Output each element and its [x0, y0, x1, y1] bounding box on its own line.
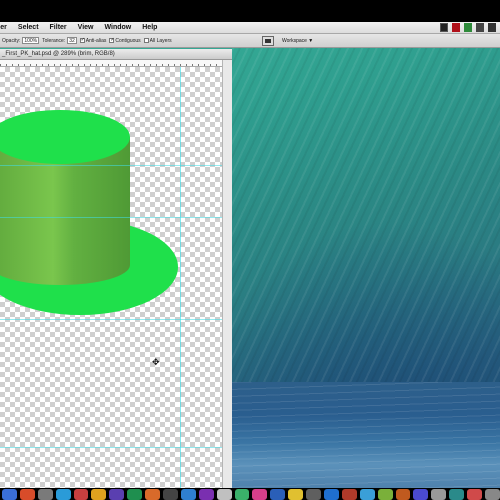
- vertical-scrollbar[interactable]: [222, 60, 232, 488]
- antialias-label: Anti-alias: [85, 37, 107, 44]
- app-icon[interactable]: [395, 489, 411, 500]
- contiguous-label: Contiguous: [115, 37, 141, 44]
- panel-toggle-icon[interactable]: [262, 36, 274, 46]
- tolerance-label: Tolerance:: [42, 37, 66, 44]
- app-icon[interactable]: [341, 489, 357, 500]
- all-layers-option[interactable]: All Layers: [143, 37, 172, 44]
- app-icon[interactable]: [449, 489, 465, 500]
- app-icon[interactable]: [431, 489, 447, 500]
- all-layers-label: All Layers: [149, 37, 172, 44]
- tool-options-bar: Opacity: 100% Tolerance: 32 Anti-alias C…: [0, 34, 500, 48]
- letterbox-top: [0, 0, 500, 22]
- guide-horizontal[interactable]: [0, 217, 222, 218]
- all-layers-checkbox[interactable]: [143, 38, 149, 43]
- document-window: _First_PK_hat.psd @ 289% (brim, RGB/8) ✥: [0, 49, 232, 488]
- app-icon[interactable]: [145, 489, 161, 500]
- app-icon[interactable]: [288, 489, 304, 500]
- app-icon[interactable]: [19, 489, 35, 500]
- tolerance-field[interactable]: 32: [67, 37, 77, 44]
- trash-icon[interactable]: [485, 489, 500, 500]
- wallpaper-wave-lines: [230, 382, 500, 488]
- menu-view[interactable]: View: [78, 24, 94, 31]
- color-swatch-icon[interactable]: [440, 23, 448, 32]
- flag-icon[interactable]: [452, 23, 460, 32]
- canvas-area[interactable]: ✥: [0, 67, 222, 488]
- menu-bar: per Select Filter View Window Help: [0, 22, 500, 34]
- guide-horizontal[interactable]: [0, 319, 222, 320]
- contiguous-option[interactable]: Contiguous: [109, 37, 141, 44]
- hat-artwork: [0, 110, 178, 315]
- menu-layer[interactable]: per: [0, 24, 7, 31]
- opacity-label: Opacity:: [2, 37, 21, 44]
- app-icon[interactable]: [234, 489, 250, 500]
- workspace-menu[interactable]: Workspace ▼: [282, 38, 313, 44]
- antialias-checkbox[interactable]: [79, 37, 85, 43]
- app-icon[interactable]: [55, 489, 71, 500]
- antialias-option[interactable]: Anti-alias: [79, 37, 107, 44]
- menu-filter[interactable]: Filter: [50, 24, 67, 31]
- wifi-icon[interactable]: [488, 23, 496, 32]
- app-icon[interactable]: [359, 489, 375, 500]
- menu-select[interactable]: Select: [18, 24, 39, 31]
- app-icon[interactable]: [180, 489, 196, 500]
- dock: [0, 488, 500, 500]
- app-icon[interactable]: [37, 489, 53, 500]
- menu-window[interactable]: Window: [104, 24, 131, 31]
- guide-vertical[interactable]: [180, 67, 181, 488]
- app-icon[interactable]: [91, 489, 107, 500]
- app-icon[interactable]: [377, 489, 393, 500]
- guide-horizontal[interactable]: [0, 447, 222, 448]
- app-status-icon[interactable]: [464, 23, 472, 32]
- tolerance-control[interactable]: Tolerance: 32: [42, 37, 77, 44]
- app-icon[interactable]: [306, 489, 322, 500]
- app-icon[interactable]: [324, 489, 339, 500]
- cursor-icon: ✥: [152, 357, 160, 367]
- opacity-control[interactable]: Opacity: 100%: [2, 37, 40, 44]
- app-icon[interactable]: [413, 489, 429, 500]
- app-icon[interactable]: [73, 489, 89, 500]
- app-icon[interactable]: [467, 489, 483, 500]
- app-icon[interactable]: [252, 489, 268, 500]
- app-icon[interactable]: [163, 489, 178, 500]
- document-title[interactable]: _First_PK_hat.psd @ 289% (brim, RGB/8): [0, 49, 232, 60]
- ruler-top: [0, 60, 222, 67]
- app-icon[interactable]: [216, 489, 232, 500]
- app-icon[interactable]: [109, 489, 125, 500]
- airplay-icon[interactable]: [476, 23, 484, 32]
- guide-horizontal[interactable]: [0, 165, 222, 166]
- app-icon[interactable]: [270, 489, 286, 500]
- menu-status-icons: [440, 23, 496, 32]
- contiguous-checkbox[interactable]: [109, 37, 115, 43]
- finder-icon[interactable]: [2, 489, 17, 500]
- app-icon[interactable]: [198, 489, 214, 500]
- menu-help[interactable]: Help: [142, 24, 157, 31]
- opacity-field[interactable]: 100%: [22, 37, 40, 44]
- app-icon[interactable]: [127, 489, 143, 500]
